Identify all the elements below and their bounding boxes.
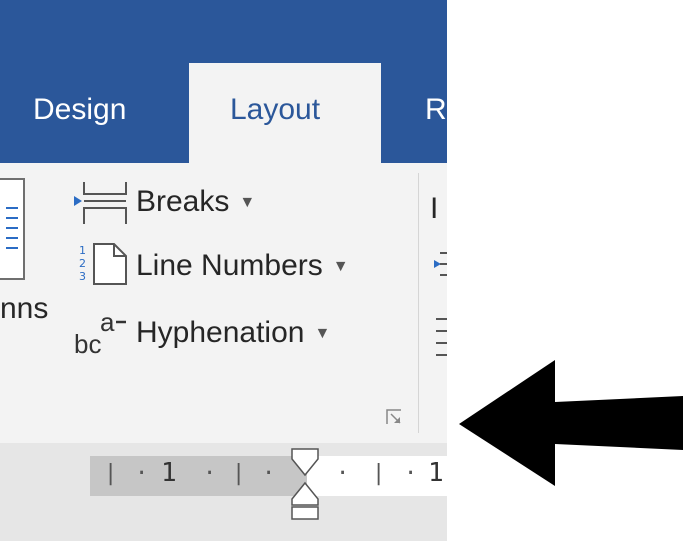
svg-text:2: 2: [79, 257, 86, 270]
line-numbers-label: Line Numbers ▼: [136, 249, 349, 282]
ribbon-panel: nns Breaks ▼ 1 2 3 Line Numbers ▼ a bc H…: [0, 163, 447, 444]
group-separator: [418, 173, 419, 433]
ruler-indent-marker-icon[interactable]: [289, 447, 321, 523]
hyphenation-icon: a bc: [74, 307, 126, 357]
black-arrow-annotation: [459, 360, 683, 486]
spacing-before-icon[interactable]: [434, 315, 447, 367]
ruler-mark-1: 1: [161, 458, 177, 488]
indent-label-partial: I: [430, 192, 439, 225]
svg-text:1: 1: [79, 244, 86, 257]
horizontal-ruler[interactable]: | · 1 · | · · | · 1: [0, 443, 447, 541]
hyphenation-label: Hyphenation ▼: [136, 316, 331, 349]
svg-text:a: a: [100, 307, 115, 337]
ribbon-tab-bar: Design Layout R: [0, 0, 447, 163]
tab-design[interactable]: Design: [33, 90, 126, 130]
line-numbers-icon: 1 2 3: [79, 243, 127, 285]
indent-left-icon[interactable]: [434, 251, 447, 277]
breaks-dropdown-caret: ▼: [239, 194, 256, 212]
ruler-mark-1b: 1: [428, 458, 444, 488]
svg-text:bc: bc: [74, 329, 101, 357]
dialog-launcher-icon[interactable]: [385, 408, 403, 426]
word-ribbon-crop: Design Layout R nns Breaks ▼ 1 2 3 Line …: [0, 0, 447, 541]
columns-label-partial[interactable]: nns: [0, 291, 48, 327]
tab-references-partial[interactable]: R: [425, 90, 447, 130]
columns-icon[interactable]: [0, 178, 26, 288]
svg-text:3: 3: [79, 270, 86, 283]
breaks-label: Breaks ▼: [136, 185, 256, 218]
hyphenation-dropdown-caret: ▼: [314, 325, 331, 343]
breaks-icon: [74, 182, 127, 224]
tab-layout[interactable]: Layout: [230, 90, 320, 130]
line-numbers-dropdown-caret: ▼: [332, 258, 349, 276]
